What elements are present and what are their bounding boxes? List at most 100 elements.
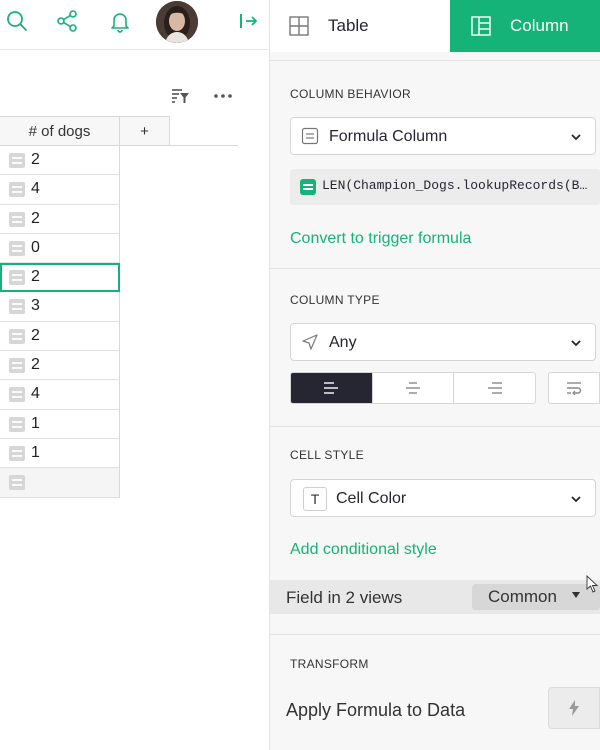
- align-center-icon: [406, 382, 420, 394]
- table-row[interactable]: 2: [0, 204, 120, 234]
- chevron-down-icon: [571, 134, 581, 141]
- table-row[interactable]: 4: [0, 380, 120, 410]
- table-row[interactable]: 1: [0, 438, 120, 469]
- cell-value[interactable]: 2: [31, 327, 40, 345]
- divider: [270, 60, 600, 61]
- cell-value[interactable]: 0: [31, 239, 40, 257]
- row-handle-icon[interactable]: [9, 328, 25, 344]
- caret-down-icon: [572, 592, 580, 598]
- cell-value[interactable]: 3: [31, 297, 40, 315]
- cell-value[interactable]: 1: [31, 415, 40, 433]
- align-center-button[interactable]: [373, 373, 455, 403]
- row-handle-icon[interactable]: [9, 445, 25, 461]
- chevron-down-icon: [571, 340, 581, 347]
- row-handle-icon[interactable]: [9, 358, 25, 374]
- transform-title: TRANSFORM: [290, 657, 369, 671]
- tab-column-label: Column: [510, 16, 569, 35]
- wrap-text-button[interactable]: [548, 372, 600, 404]
- table-row[interactable]: 2: [0, 351, 120, 381]
- formula-editor[interactable]: LEN(Champion_Dogs.lookupRecords(B…: [290, 169, 600, 205]
- table-row[interactable]: 2: [0, 146, 120, 176]
- formula-column-icon: [301, 127, 319, 145]
- add-column-label: +: [140, 122, 149, 140]
- tab-table-label: Table: [328, 16, 369, 35]
- table-row[interactable]: 1: [0, 409, 120, 439]
- wrap-text-icon: [567, 382, 582, 395]
- cell-color-value: Cell Color: [336, 490, 407, 507]
- divider: [270, 268, 600, 269]
- align-left-icon: [324, 382, 339, 394]
- table-row[interactable]: 4: [0, 175, 120, 205]
- table-row[interactable]: 2: [0, 263, 120, 293]
- column-icon: [470, 15, 492, 37]
- panel-tabs: Table Column: [270, 0, 600, 52]
- grid-rows: 2 4 2 0 2 3 2 2 4 1 1: [0, 146, 120, 498]
- top-toolbar: [0, 0, 269, 50]
- apply-formula-label: Apply Formula to Data: [286, 700, 466, 720]
- align-right-icon: [487, 382, 502, 394]
- table-row[interactable]: 3: [0, 292, 120, 322]
- align-left-button[interactable]: [291, 373, 373, 403]
- avatar[interactable]: [156, 1, 198, 43]
- formula-icon: [300, 179, 316, 195]
- row-handle-icon[interactable]: [9, 270, 25, 286]
- row-handle-icon[interactable]: [9, 240, 25, 256]
- common-settings-button[interactable]: Common: [472, 584, 600, 610]
- tab-table[interactable]: Table: [270, 0, 450, 52]
- cell-value[interactable]: 1: [31, 444, 40, 462]
- row-handle-icon[interactable]: [9, 211, 25, 227]
- column-type-value: Any: [329, 334, 357, 351]
- search-icon[interactable]: [5, 9, 29, 33]
- cell-value[interactable]: 2: [31, 210, 40, 228]
- sort-filter-icon[interactable]: [168, 84, 192, 108]
- row-handle-icon: [9, 475, 25, 491]
- column-behavior-title: COLUMN BEHAVIOR: [290, 87, 411, 101]
- cell-value[interactable]: 4: [31, 385, 40, 403]
- column-behavior-value: Formula Column: [329, 128, 448, 145]
- cell-value[interactable]: 2: [31, 356, 40, 374]
- cell-value[interactable]: 4: [31, 180, 40, 198]
- row-handle-icon[interactable]: [9, 416, 25, 432]
- table-row[interactable]: 2: [0, 321, 120, 352]
- tab-column[interactable]: Column: [450, 0, 600, 52]
- add-row[interactable]: [0, 468, 120, 498]
- chevron-down-icon: [571, 496, 581, 503]
- column-header-dogs[interactable]: # of dogs: [0, 116, 120, 146]
- apply-formula-button[interactable]: [548, 687, 600, 729]
- cell-color-select[interactable]: T Cell Color: [290, 479, 596, 517]
- more-options-icon[interactable]: [211, 84, 235, 108]
- column-header-label: # of dogs: [28, 122, 91, 140]
- lightning-icon: [569, 700, 579, 716]
- column-behavior-select[interactable]: Formula Column: [290, 117, 596, 155]
- cell-style-title: CELL STYLE: [290, 448, 364, 462]
- column-type-select[interactable]: Any: [290, 323, 596, 361]
- field-views-label: Field in 2 views: [286, 588, 403, 607]
- cell-value[interactable]: 2: [31, 151, 40, 169]
- alignment-group: [290, 372, 536, 404]
- convert-trigger-link[interactable]: Convert to trigger formula: [290, 230, 471, 248]
- mouse-cursor-icon: [586, 575, 598, 593]
- row-handle-icon[interactable]: [9, 387, 25, 403]
- row-handle-icon[interactable]: [9, 182, 25, 198]
- exit-icon[interactable]: [236, 9, 260, 33]
- grid-header-filler: [170, 116, 238, 146]
- share-icon[interactable]: [55, 9, 79, 33]
- divider: [270, 426, 600, 427]
- text-style-icon: T: [303, 487, 327, 511]
- table-icon: [288, 15, 310, 37]
- column-type-title: COLUMN TYPE: [290, 293, 380, 307]
- add-column-button[interactable]: +: [120, 116, 170, 146]
- table-row[interactable]: 0: [0, 233, 120, 264]
- field-views-bar: Field in 2 views Common: [270, 580, 600, 614]
- cell-value[interactable]: 2: [31, 268, 40, 286]
- add-conditional-style-link[interactable]: Add conditional style: [290, 541, 437, 559]
- row-handle-icon[interactable]: [9, 153, 25, 168]
- common-label: Common: [488, 587, 557, 606]
- align-right-button[interactable]: [454, 373, 535, 403]
- right-panel: Table Column COLUMN BEHAVIOR Formula Col…: [270, 0, 600, 750]
- left-pane: # of dogs + 2 4 2 0 2 3 2 2 4 1 1: [0, 0, 269, 750]
- formula-text: LEN(Champion_Dogs.lookupRecords(B…: [322, 178, 588, 193]
- row-handle-icon[interactable]: [9, 299, 25, 315]
- bell-icon[interactable]: [108, 9, 132, 33]
- divider: [270, 634, 600, 635]
